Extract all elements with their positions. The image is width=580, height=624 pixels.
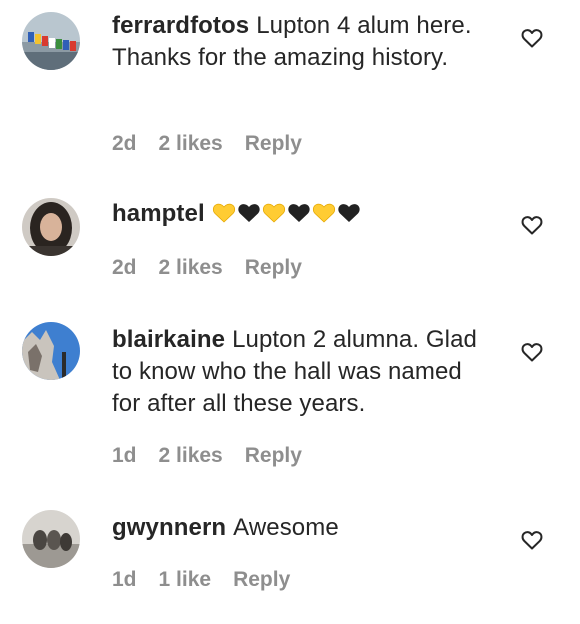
comment-text-block: ferrardfotos Lupton 4 alum here. Thanks f… <box>112 10 482 74</box>
comment-username[interactable]: ferrardfotos <box>112 12 249 39</box>
heart-outline-icon <box>521 29 543 48</box>
like-button[interactable] <box>520 340 544 364</box>
heart-outline-icon <box>521 343 543 362</box>
like-button[interactable] <box>520 213 544 237</box>
reply-button[interactable]: Reply <box>245 256 302 279</box>
likes-count[interactable]: 2 likes <box>159 132 223 155</box>
avatar-image <box>22 198 80 256</box>
comment-meta: 2d 2 likes Reply <box>112 256 324 280</box>
avatar[interactable] <box>22 510 80 568</box>
heart-outline-icon <box>521 216 543 235</box>
likes-count[interactable]: 2 likes <box>159 444 223 467</box>
like-button[interactable] <box>520 528 544 552</box>
comment-username[interactable]: hamptel <box>112 200 205 227</box>
reply-button[interactable]: Reply <box>245 132 302 155</box>
avatar-image <box>22 510 80 568</box>
avatar-image <box>22 12 80 70</box>
avatar[interactable] <box>22 322 80 380</box>
avatar[interactable] <box>22 12 80 70</box>
comment-time[interactable]: 2d <box>112 132 137 155</box>
yellow-heart-icon <box>262 201 286 223</box>
reply-button[interactable]: Reply <box>233 568 290 591</box>
comment-meta: 2d 2 likes Reply <box>112 132 324 156</box>
comment-body: Awesome <box>233 514 339 541</box>
avatar-image <box>22 322 80 380</box>
comment-meta: 1d 2 likes Reply <box>112 444 324 468</box>
comment-time[interactable]: 2d <box>112 256 137 279</box>
comment-username[interactable]: gwynnern <box>112 514 226 541</box>
black-heart-icon <box>287 201 311 223</box>
comment-text-block: gwynnern Awesome <box>112 512 482 544</box>
comment-username[interactable]: blairkaine <box>112 326 225 353</box>
comment-time[interactable]: 1d <box>112 444 137 467</box>
like-button[interactable] <box>520 26 544 50</box>
comment-meta: 1d 1 like Reply <box>112 568 312 592</box>
reply-button[interactable]: Reply <box>245 444 302 467</box>
heart-outline-icon <box>521 531 543 550</box>
yellow-heart-icon <box>312 201 336 223</box>
black-heart-icon <box>237 201 261 223</box>
yellow-heart-icon <box>212 201 236 223</box>
avatar[interactable] <box>22 198 80 256</box>
comment-text-block: hamptel <box>112 198 482 230</box>
black-heart-icon <box>337 201 361 223</box>
comment-text-block: blairkaine Lupton 2 alumna. Glad to know … <box>112 324 482 420</box>
comment-time[interactable]: 1d <box>112 568 137 591</box>
likes-count[interactable]: 2 likes <box>159 256 223 279</box>
likes-count[interactable]: 1 like <box>159 568 212 591</box>
